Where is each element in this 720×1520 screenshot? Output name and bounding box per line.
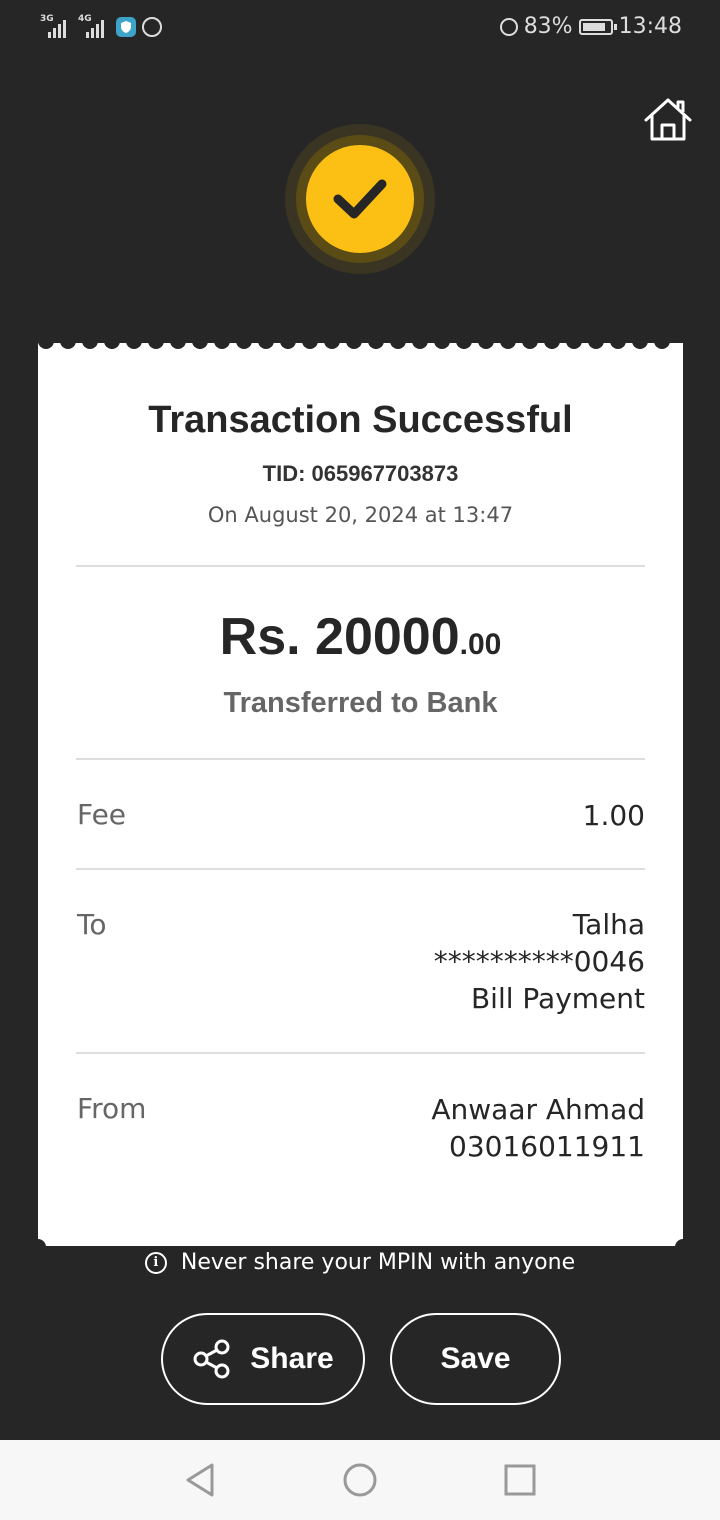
status-right: 83% 13:48 — [499, 14, 682, 39]
save-button[interactable]: Save — [390, 1313, 561, 1405]
transaction-date: On August 20, 2024 at 13:47 — [207, 503, 514, 527]
share-button-label: Share — [250, 1342, 334, 1375]
whatsapp-icon — [142, 17, 162, 37]
sender-phone: 03016011911 — [449, 1130, 645, 1163]
recipient-account: **********0046 — [433, 945, 645, 978]
status-left: 3G 4G — [40, 14, 162, 40]
battery-percent: 83% — [523, 14, 573, 39]
share-button[interactable]: Share — [161, 1313, 365, 1405]
receipt-title: Transaction Successful — [148, 399, 573, 441]
security-note-text: Never share your MPIN with anyone — [180, 1250, 576, 1275]
transaction-amount: Rs. 20000.00 — [38, 607, 683, 667]
security-note: i Never share your MPIN with anyone — [0, 1250, 720, 1275]
transfer-type: Transferred to Bank — [223, 687, 498, 719]
back-icon — [186, 1463, 214, 1497]
shield-icon — [116, 17, 136, 37]
home-button[interactable] — [640, 92, 696, 148]
from-label: From — [77, 1092, 147, 1125]
circle-home-icon — [343, 1463, 377, 1497]
to-label: To — [77, 908, 107, 941]
success-badge — [306, 145, 414, 253]
status-bar: 3G 4G 83% 13:48 — [0, 0, 720, 56]
navigation-bar — [0, 1440, 720, 1520]
recents-button[interactable] — [500, 1460, 540, 1500]
amount-decimal: .00 — [459, 628, 502, 661]
clock: 13:48 — [618, 14, 682, 39]
recipient-name: Talha — [572, 908, 645, 941]
check-icon — [333, 179, 387, 219]
receipt-scalloped-edge — [38, 333, 683, 353]
home-icon — [644, 98, 692, 141]
recents-icon — [504, 1464, 536, 1496]
payment-type: Bill Payment — [470, 982, 645, 1015]
alarm-icon — [499, 17, 518, 36]
back-button[interactable] — [180, 1460, 220, 1500]
fee-value: 1.00 — [582, 799, 645, 832]
divider — [76, 758, 645, 760]
divider — [76, 565, 645, 567]
transaction-id: TID: 065967703873 — [262, 461, 459, 486]
save-button-label: Save — [440, 1342, 511, 1375]
from-details: Anwaar Ahmad 03016011911 — [431, 1091, 645, 1165]
sender-name: Anwaar Ahmad — [431, 1093, 645, 1126]
info-icon: i — [144, 1251, 167, 1274]
home-nav-button[interactable] — [340, 1460, 380, 1500]
divider — [76, 868, 645, 870]
divider — [76, 1052, 645, 1054]
battery-icon — [578, 18, 617, 35]
signal-icon: 4G — [78, 14, 110, 40]
receipt-card: Transaction Successful TID: 065967703873… — [30, 333, 691, 1255]
amount-main: Rs. 20000 — [219, 608, 460, 666]
to-details: Talha **********0046 Bill Payment — [434, 906, 645, 1017]
share-icon — [193, 1339, 230, 1379]
fee-label: Fee — [77, 798, 127, 831]
signal-icon: 3G — [40, 14, 72, 40]
